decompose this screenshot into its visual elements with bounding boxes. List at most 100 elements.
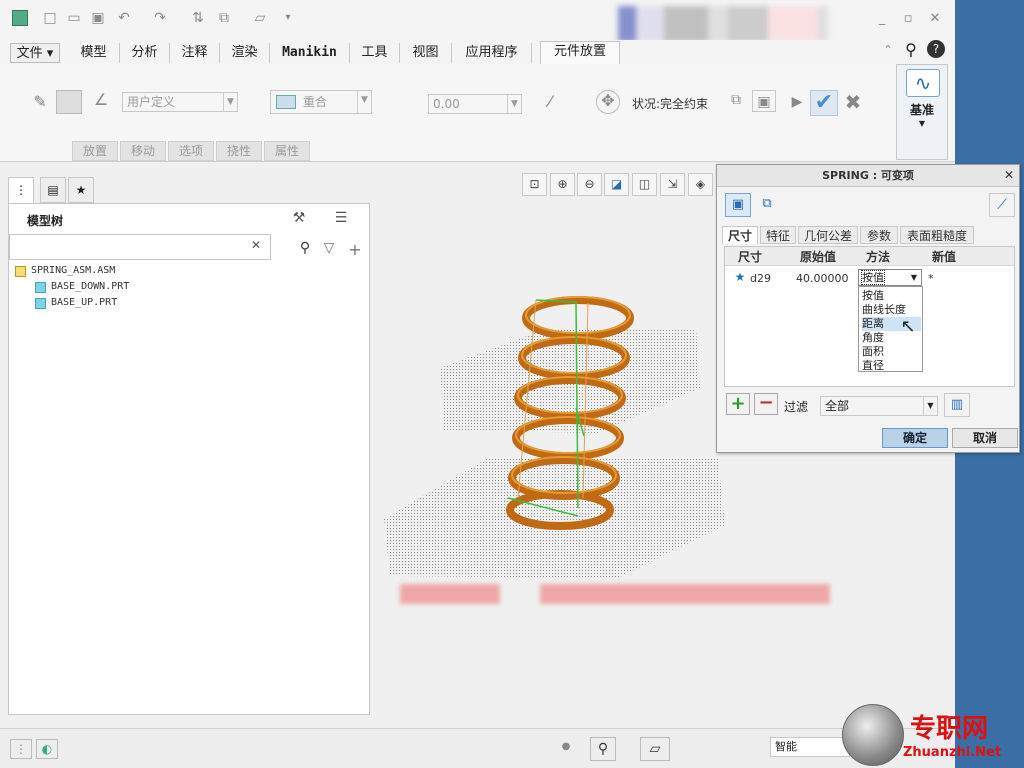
tab-model-tree[interactable]: ⋮ bbox=[8, 177, 34, 203]
dialog-tab-parameters[interactable]: 参数 bbox=[860, 226, 898, 244]
row-dimension[interactable]: d29 bbox=[750, 272, 771, 285]
show-icon[interactable]: ☰ bbox=[331, 210, 351, 226]
tab-manikin[interactable]: Manikin bbox=[270, 43, 350, 63]
customize-icon[interactable]: ▾ bbox=[280, 10, 296, 26]
chevron-down-icon: ▼ bbox=[923, 397, 937, 415]
add-row-icon[interactable]: + bbox=[726, 393, 750, 415]
assembly-window-icon[interactable]: ▣ bbox=[752, 90, 776, 112]
add-icon[interactable]: + bbox=[347, 240, 363, 259]
dialog-title: SPRING : 可变项 bbox=[717, 165, 1019, 187]
view-manager-icon[interactable]: ◈ bbox=[688, 173, 713, 196]
repaint-icon[interactable]: ◪ bbox=[604, 173, 629, 196]
flip-icon[interactable]: ⁄ bbox=[540, 92, 560, 111]
coincident-icon bbox=[276, 95, 296, 109]
angle-icon[interactable]: ∠ bbox=[90, 90, 112, 112]
selection-box-icon[interactable]: ▱ bbox=[640, 737, 670, 761]
tree-search-input[interactable] bbox=[9, 234, 271, 260]
browser-toggle-icon[interactable]: ◐ bbox=[36, 739, 58, 759]
tab-render[interactable]: 渲染 bbox=[220, 43, 270, 63]
placement-edit-icon[interactable]: ✎ bbox=[30, 92, 50, 112]
tab-component-placement[interactable]: 元件放置 bbox=[540, 41, 620, 65]
ok-button[interactable]: 确定 bbox=[882, 428, 948, 448]
dialog-tab-features[interactable]: 特征 bbox=[760, 226, 796, 244]
datum-button[interactable]: ∿ 基准 ▼ bbox=[896, 64, 948, 160]
component-icon[interactable] bbox=[56, 90, 82, 114]
minimize-icon[interactable]: _ bbox=[873, 10, 891, 28]
progress-icon: ● bbox=[561, 741, 571, 752]
tab-file[interactable]: 文件 ▾ bbox=[10, 43, 60, 63]
tab-model[interactable]: 模型 bbox=[68, 43, 120, 63]
tree-item-root[interactable]: SPRING_ASM.ASM bbox=[31, 264, 115, 278]
zoom-in-icon[interactable]: ⊕ bbox=[550, 173, 575, 196]
cancel-button[interactable]: 取消 bbox=[952, 428, 1018, 448]
remove-row-icon[interactable]: − bbox=[754, 393, 778, 415]
separate-window-icon[interactable]: ⧉ bbox=[726, 92, 746, 110]
search-icon[interactable]: ⚲ bbox=[902, 40, 920, 59]
tab-folder-browser[interactable]: ▤ bbox=[40, 177, 66, 203]
filter-icon[interactable]: ▽ bbox=[321, 240, 337, 256]
model-tree-toggle-icon[interactable]: ⋮ bbox=[10, 739, 32, 759]
tab-analysis[interactable]: 分析 bbox=[120, 43, 170, 63]
close-window-icon[interactable]: ▱ bbox=[252, 10, 268, 26]
tab-view[interactable]: 视图 bbox=[400, 43, 452, 63]
redo-icon[interactable]: ↷ bbox=[152, 10, 168, 26]
dialog-tab-roughness[interactable]: 表面粗糙度 bbox=[900, 226, 974, 244]
tab-favorites[interactable]: ★ bbox=[68, 177, 94, 203]
table-view-icon[interactable]: ▣ bbox=[725, 193, 751, 217]
settings-icon[interactable]: ⚒ bbox=[289, 210, 309, 226]
split-view-icon[interactable]: ⧉ bbox=[755, 193, 779, 217]
pause-icon[interactable]: ▶ bbox=[790, 94, 804, 110]
close-icon[interactable]: ✕ bbox=[926, 10, 944, 28]
method-option-curve-length[interactable]: 曲线长度 bbox=[862, 303, 921, 317]
watermark-logo bbox=[842, 704, 904, 766]
tab-tools[interactable]: 工具 bbox=[350, 43, 400, 63]
help-icon[interactable]: ? bbox=[927, 40, 945, 58]
table-columns-icon[interactable]: ▥ bbox=[944, 393, 970, 417]
maximize-icon[interactable]: ▫ bbox=[899, 10, 917, 28]
dialog-tab-dimensions[interactable]: 尺寸 bbox=[722, 226, 758, 244]
offset-value: 0.00 bbox=[433, 97, 460, 111]
tree-item-base-down[interactable]: BASE_DOWN.PRT bbox=[51, 280, 129, 294]
offset-input[interactable]: 0.00 ▼ bbox=[428, 94, 522, 114]
windows-icon[interactable]: ⧉ bbox=[216, 10, 232, 26]
method-option-diameter[interactable]: 直径 bbox=[862, 359, 921, 373]
regenerate-icon[interactable]: ⇅ bbox=[190, 10, 206, 26]
row-original-value: 40.00000 bbox=[796, 272, 849, 285]
constraint-select[interactable]: 重合 ▼ bbox=[270, 90, 372, 114]
open-icon[interactable]: ▭ bbox=[66, 10, 82, 26]
method-select[interactable]: 按值 ▼ bbox=[858, 269, 922, 286]
tab-applications[interactable]: 应用程序 bbox=[452, 43, 532, 63]
tree-item-base-up[interactable]: BASE_UP.PRT bbox=[51, 296, 117, 310]
pattern-icon[interactable]: ⟋ bbox=[989, 193, 1015, 217]
subtab-move[interactable]: 移动 bbox=[120, 141, 166, 161]
dialog-close-icon[interactable]: ✕ bbox=[1001, 168, 1017, 182]
minimize-ribbon-icon[interactable]: ⌃ bbox=[880, 43, 896, 56]
filter-value: 全部 bbox=[825, 399, 850, 413]
confirm-icon[interactable]: ✔ bbox=[810, 90, 838, 116]
save-icon[interactable]: ▣ bbox=[90, 10, 106, 26]
refit-icon[interactable]: ⊡ bbox=[522, 173, 547, 196]
row-new-value[interactable]: * bbox=[928, 272, 934, 285]
method-option-area[interactable]: 面积 bbox=[862, 345, 921, 359]
display-style-icon[interactable]: ◫ bbox=[632, 173, 657, 196]
subtab-placement[interactable]: 放置 bbox=[72, 141, 118, 161]
search-icon[interactable]: ⚲ bbox=[297, 240, 313, 256]
filter-select[interactable]: 全部 ▼ bbox=[820, 396, 938, 416]
subtab-properties[interactable]: 属性 bbox=[264, 141, 310, 161]
watermark-text: 专职网 bbox=[910, 714, 989, 744]
method-option-by-value[interactable]: 按值 bbox=[862, 289, 921, 303]
new-icon[interactable]: □ bbox=[42, 10, 58, 26]
user-defined-select[interactable]: 用户定义 ▼ bbox=[122, 92, 238, 112]
undo-icon[interactable]: ↶ bbox=[116, 10, 132, 26]
find-icon[interactable]: ⚲ bbox=[590, 737, 616, 761]
saved-views-icon[interactable]: ⇲ bbox=[660, 173, 685, 196]
clear-icon[interactable]: ✕ bbox=[249, 238, 263, 252]
smart-filter-select[interactable]: 智能 bbox=[770, 737, 850, 757]
zoom-out-icon[interactable]: ⊖ bbox=[577, 173, 602, 196]
move-icon[interactable]: ✥ bbox=[596, 90, 620, 114]
tab-annotate[interactable]: 注释 bbox=[170, 43, 220, 63]
subtab-options[interactable]: 选项 bbox=[168, 141, 214, 161]
cancel-icon[interactable]: ✖ bbox=[842, 90, 864, 114]
dialog-tab-gtol[interactable]: 几何公差 bbox=[798, 226, 858, 244]
subtab-flexibility[interactable]: 挠性 bbox=[216, 141, 262, 161]
